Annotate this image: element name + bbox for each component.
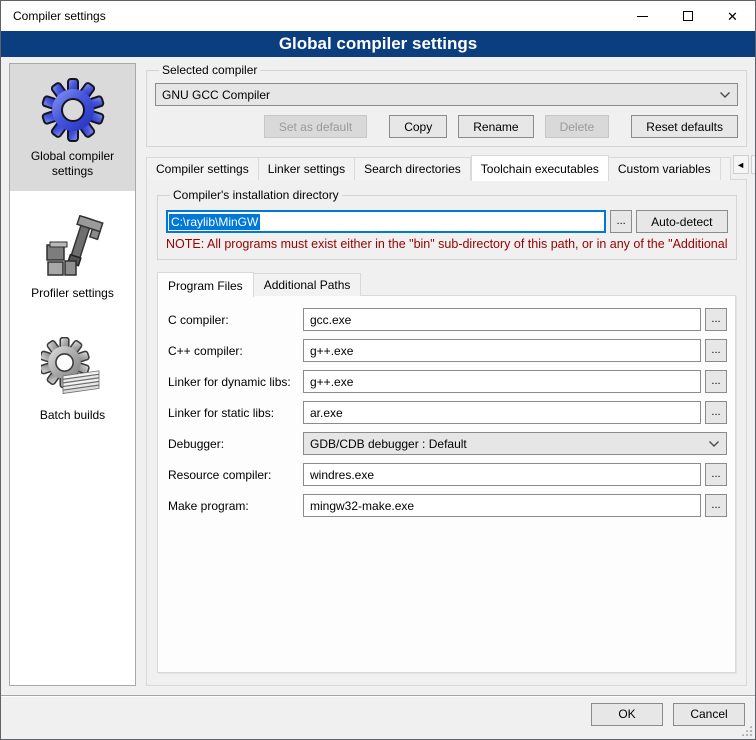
toolchain-subtabbar: Program Files Additional Paths (157, 272, 736, 296)
sidebar-item-label: Batch builds (40, 408, 105, 423)
debugger-label: Debugger: (168, 437, 303, 451)
window-title: Compiler settings (1, 9, 106, 23)
c-compiler-label: C compiler: (168, 313, 303, 327)
tab-toolchain-executables[interactable]: Toolchain executables (471, 155, 609, 181)
field-row-make-program: Make program: ... (168, 494, 727, 517)
maximize-button[interactable] (665, 1, 710, 31)
resize-grip[interactable] (740, 724, 753, 737)
install-dir-row: C:\raylib\MinGW ... Auto-detect (166, 210, 728, 233)
sidebar: Global compiler settings Profiler settin… (9, 63, 136, 686)
compiler-actions: Set as default Copy Rename Delete Reset … (155, 115, 738, 138)
close-icon: ✕ (727, 10, 738, 23)
sidebar-item-label: Global compiler settings (14, 149, 131, 179)
close-button[interactable]: ✕ (710, 1, 755, 31)
program-files-page: C compiler: ... C++ compiler: ... Linker… (157, 295, 736, 673)
sidebar-item-profiler-settings[interactable]: Profiler settings (10, 201, 135, 313)
cpp-compiler-input[interactable] (303, 339, 701, 362)
dynamic-linker-label: Linker for dynamic libs: (168, 375, 303, 389)
compiler-settings-dialog: Compiler settings ✕ Global compiler sett… (0, 0, 756, 740)
reset-defaults-button[interactable]: Reset defaults (631, 115, 738, 138)
sidebar-item-batch-builds[interactable]: Batch builds (10, 323, 135, 435)
rename-button[interactable]: Rename (458, 115, 533, 138)
make-program-browse-button[interactable]: ... (705, 494, 727, 517)
make-program-input[interactable] (303, 494, 701, 517)
tab-linker-settings[interactable]: Linker settings (259, 157, 355, 180)
blue-gear-icon (41, 78, 105, 142)
sidebar-item-global-compiler-settings[interactable]: Global compiler settings (10, 64, 135, 191)
field-row-debugger: Debugger: GDB/CDB debugger : Default (168, 432, 727, 455)
selected-compiler-groupbox: Selected compiler GNU GCC Compiler Set a… (146, 63, 747, 147)
tab-scroll-buttons: ◄ ► (733, 155, 756, 174)
static-linker-browse-button[interactable]: ... (705, 401, 727, 424)
install-dir-groupbox: Compiler's installation directory C:\ray… (157, 188, 737, 260)
install-dir-legend: Compiler's installation directory (170, 188, 342, 202)
c-compiler-browse-button[interactable]: ... (705, 308, 727, 331)
tab-custom-variables[interactable]: Custom variables (609, 157, 721, 180)
cpp-compiler-label: C++ compiler: (168, 344, 303, 358)
tab-scroll-right-button[interactable]: ► (751, 155, 756, 174)
field-row-dynamic-linker: Linker for dynamic libs: ... (168, 370, 727, 393)
tab-search-directories[interactable]: Search directories (355, 157, 471, 180)
minimize-icon (637, 16, 648, 17)
tab-build-clipped[interactable]: Builc (721, 157, 731, 180)
gear-stack-icon (41, 337, 105, 401)
compiler-select[interactable]: GNU GCC Compiler (155, 83, 738, 106)
static-linker-label: Linker for static libs: (168, 406, 303, 420)
main-panel: Selected compiler GNU GCC Compiler Set a… (146, 63, 747, 686)
sidebar-item-label: Profiler settings (31, 286, 114, 301)
field-row-static-linker: Linker for static libs: ... (168, 401, 727, 424)
maximize-icon (683, 11, 693, 21)
ok-button[interactable]: OK (591, 703, 663, 726)
make-program-label: Make program: (168, 499, 303, 513)
dialog-content: Global compiler settings Profiler settin… (1, 57, 755, 695)
resource-compiler-label: Resource compiler: (168, 468, 303, 482)
window-controls: ✕ (620, 1, 755, 31)
field-row-c-compiler: C compiler: ... (168, 308, 727, 331)
subtab-additional-paths[interactable]: Additional Paths (254, 273, 362, 296)
install-dir-note: NOTE: All programs must exist either in … (166, 237, 728, 251)
toolchain-executables-page: Compiler's installation directory C:\ray… (146, 179, 747, 686)
cpp-compiler-browse-button[interactable]: ... (705, 339, 727, 362)
resource-compiler-input[interactable] (303, 463, 701, 486)
debugger-select-value: GDB/CDB debugger : Default (310, 437, 708, 451)
settings-tabbar: Compiler settings Linker settings Search… (146, 155, 747, 180)
debugger-select[interactable]: GDB/CDB debugger : Default (303, 432, 727, 455)
subtab-program-files[interactable]: Program Files (157, 272, 254, 297)
install-dir-input[interactable]: C:\raylib\MinGW (166, 210, 606, 233)
set-as-default-button[interactable]: Set as default (264, 115, 367, 138)
selected-compiler-legend: Selected compiler (159, 63, 260, 77)
dynamic-linker-input[interactable] (303, 370, 701, 393)
cancel-button[interactable]: Cancel (673, 703, 745, 726)
dynamic-linker-browse-button[interactable]: ... (705, 370, 727, 393)
chevron-down-icon (708, 440, 720, 448)
compiler-select-value: GNU GCC Compiler (162, 88, 719, 102)
titlebar[interactable]: Compiler settings ✕ (1, 1, 755, 31)
tab-scroll-left-button[interactable]: ◄ (733, 155, 749, 174)
c-compiler-input[interactable] (303, 308, 701, 331)
autodetect-button[interactable]: Auto-detect (636, 210, 727, 233)
minimize-button[interactable] (620, 1, 665, 31)
install-dir-selected-text: C:\raylib\MinGW (169, 214, 260, 230)
field-row-resource-compiler: Resource compiler: ... (168, 463, 727, 486)
chevron-down-icon (719, 91, 731, 99)
install-dir-browse-button[interactable]: ... (610, 210, 632, 233)
static-linker-input[interactable] (303, 401, 701, 424)
delete-button[interactable]: Delete (545, 115, 610, 138)
copy-button[interactable]: Copy (389, 115, 447, 138)
tab-compiler-settings[interactable]: Compiler settings (146, 157, 259, 180)
page-title: Global compiler settings (1, 31, 755, 57)
field-row-cpp-compiler: C++ compiler: ... (168, 339, 727, 362)
resource-compiler-browse-button[interactable]: ... (705, 463, 727, 486)
caliper-profiler-icon (41, 215, 105, 279)
footer: OK Cancel (1, 697, 755, 739)
